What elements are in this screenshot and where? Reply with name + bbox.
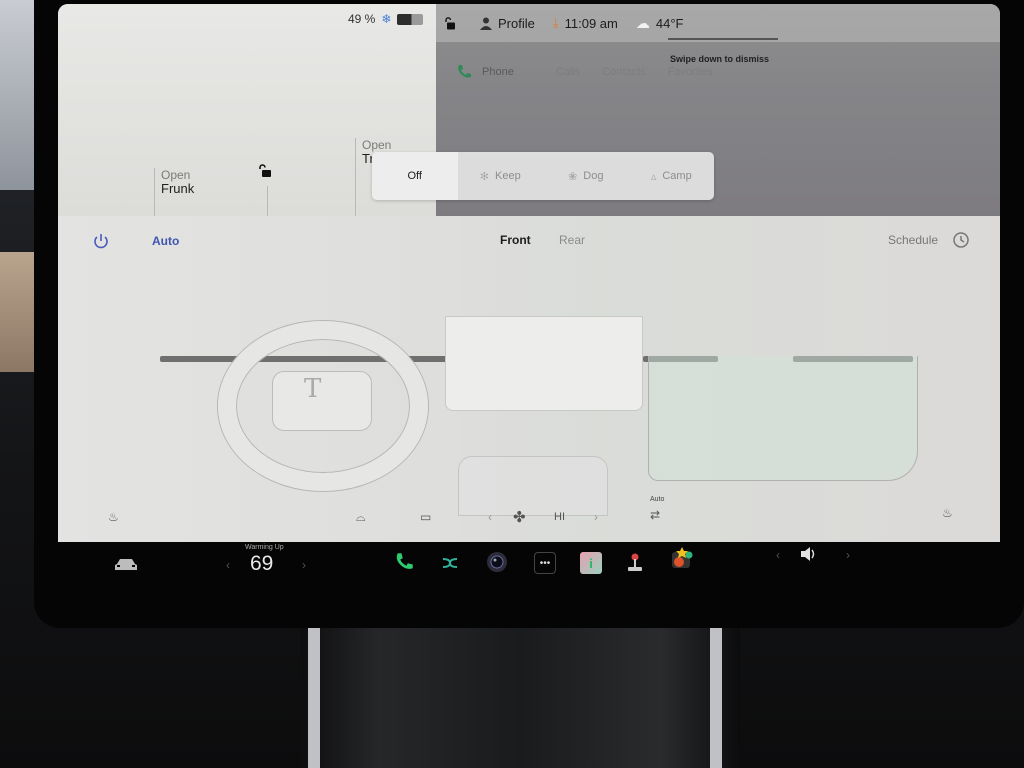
stand-pole-left — [308, 620, 320, 768]
shuffle-icon[interactable] — [442, 555, 458, 571]
climate-header: Auto Front Rear Schedule — [58, 216, 1000, 264]
glovebox-illustration — [648, 356, 918, 481]
cloud-icon: ☁ — [635, 14, 650, 31]
profile-label: Profile — [498, 15, 535, 31]
volume-up-chevron-icon[interactable]: › — [846, 548, 850, 562]
car-window-background — [0, 0, 36, 190]
tab-contacts[interactable]: Contacts — [602, 66, 645, 78]
joystick-icon[interactable] — [624, 552, 646, 574]
swipe-hint: Swipe down to dismiss — [670, 54, 770, 64]
mode-camp[interactable]: ▵ Camp — [629, 152, 715, 200]
phone-app-icon[interactable] — [394, 552, 414, 572]
person-icon — [480, 17, 492, 30]
recirculate-icon[interactable]: ⇄ — [650, 508, 660, 522]
center-screen-illustration — [445, 316, 643, 411]
auto-climate-button[interactable]: Auto — [152, 234, 179, 248]
battery-icon — [397, 13, 424, 25]
mode-off[interactable]: Off — [372, 152, 458, 200]
fan-increase-chevron-icon[interactable]: › — [594, 510, 598, 524]
steering-hub — [272, 371, 372, 431]
snowflake-icon: ❄ — [381, 12, 392, 26]
fan-icon: ✻ — [479, 170, 489, 183]
mode-dog-label: Dog — [583, 170, 604, 182]
status-left: 49 % ❄ — [348, 12, 424, 26]
tesla-logo-icon: T — [304, 374, 322, 404]
unlock-icon[interactable] — [258, 164, 272, 178]
schedule-button[interactable]: Schedule — [888, 233, 938, 247]
touchscreen: 49 % ❄ Open Frunk Open Tr Profile ⤓ 11:0… — [58, 4, 1000, 546]
battery-percent: 49 % — [348, 12, 376, 26]
set-temperature[interactable]: 69 — [250, 552, 273, 576]
tent-icon: ▵ — [650, 170, 657, 183]
front-defrost-icon[interactable]: ⌓ — [356, 510, 366, 525]
warming-up-label: Warming Up — [245, 544, 284, 551]
fan-speed-value: HI — [554, 511, 565, 523]
lock-status-icon[interactable] — [444, 16, 456, 30]
camera-icon[interactable] — [486, 551, 508, 573]
screen-stand — [300, 620, 740, 768]
car-icon[interactable] — [114, 556, 138, 572]
bottom-dock: Warming Up ‹ 69 › ••• i ‹ › — [58, 542, 1000, 590]
profile-button[interactable]: Profile — [480, 16, 535, 31]
climate-panel: Auto Front Rear Schedule T ♨ ⌓ ▭ ‹ ✤ HI … — [58, 216, 1000, 546]
tab-favorites[interactable]: Favorites — [668, 66, 713, 78]
clock-time: 11:09 am — [564, 15, 618, 31]
seat-heater-left-icon[interactable]: ♨ — [108, 510, 119, 524]
open-frunk-button[interactable]: Open Frunk — [154, 168, 194, 216]
stand-pole-right — [710, 620, 722, 768]
download-icon[interactable]: ⤓ — [553, 15, 559, 31]
tab-calls[interactable]: Calls — [556, 66, 580, 78]
power-icon[interactable] — [92, 232, 110, 250]
temp-up-chevron-icon[interactable]: › — [302, 558, 306, 572]
mode-keep-label: Keep — [495, 170, 521, 182]
phone-icon — [458, 65, 471, 78]
rear-defrost-icon[interactable]: ▭ — [420, 510, 431, 524]
phone-tabs: Phone Calls Contacts Favorites — [456, 64, 735, 80]
fan-decrease-chevron-icon[interactable]: ‹ — [488, 510, 492, 524]
cabin-illustration: T — [148, 276, 968, 516]
mode-off-label: Off — [407, 170, 422, 182]
temp-down-chevron-icon[interactable]: ‹ — [226, 558, 230, 572]
tab-front[interactable]: Front — [500, 233, 531, 247]
toybox-icon[interactable] — [670, 546, 694, 570]
outside-temp: 44°F — [655, 15, 684, 31]
frunk-action: Open — [161, 168, 191, 182]
divider — [267, 186, 268, 216]
clock-icon[interactable] — [952, 231, 970, 249]
seat-heater-right-icon[interactable]: ♨ — [942, 506, 953, 520]
fan-icon: ✤ — [513, 509, 526, 526]
frunk-label: Frunk — [161, 181, 195, 196]
volume-down-chevron-icon[interactable]: ‹ — [776, 548, 780, 562]
more-apps-icon[interactable]: ••• — [534, 552, 556, 574]
tab-rear[interactable]: Rear — [559, 233, 585, 247]
swipe-handle[interactable] — [668, 38, 778, 40]
status-bar: Profile ⤓ 11:09 am ☁ 44°F — [436, 4, 1000, 42]
paw-icon: ❀ — [568, 170, 578, 183]
mode-keep[interactable]: ✻ Keep — [458, 152, 544, 200]
climate-keep-mode-selector: Off ✻ Keep ❀ Dog ▵ Camp — [372, 152, 714, 200]
climate-controls: ♨ ⌓ ▭ ‹ ✤ HI › Auto ⇄ ♨ — [58, 496, 1000, 538]
phone-title: Phone — [482, 66, 514, 78]
mode-dog[interactable]: ❀ Dog — [543, 152, 629, 200]
recirc-auto-label: Auto — [650, 496, 665, 503]
volume-icon[interactable] — [800, 546, 818, 562]
manual-icon[interactable]: i — [580, 552, 602, 574]
mode-camp-label: Camp — [662, 170, 692, 182]
trunk-action: Open — [362, 138, 392, 152]
